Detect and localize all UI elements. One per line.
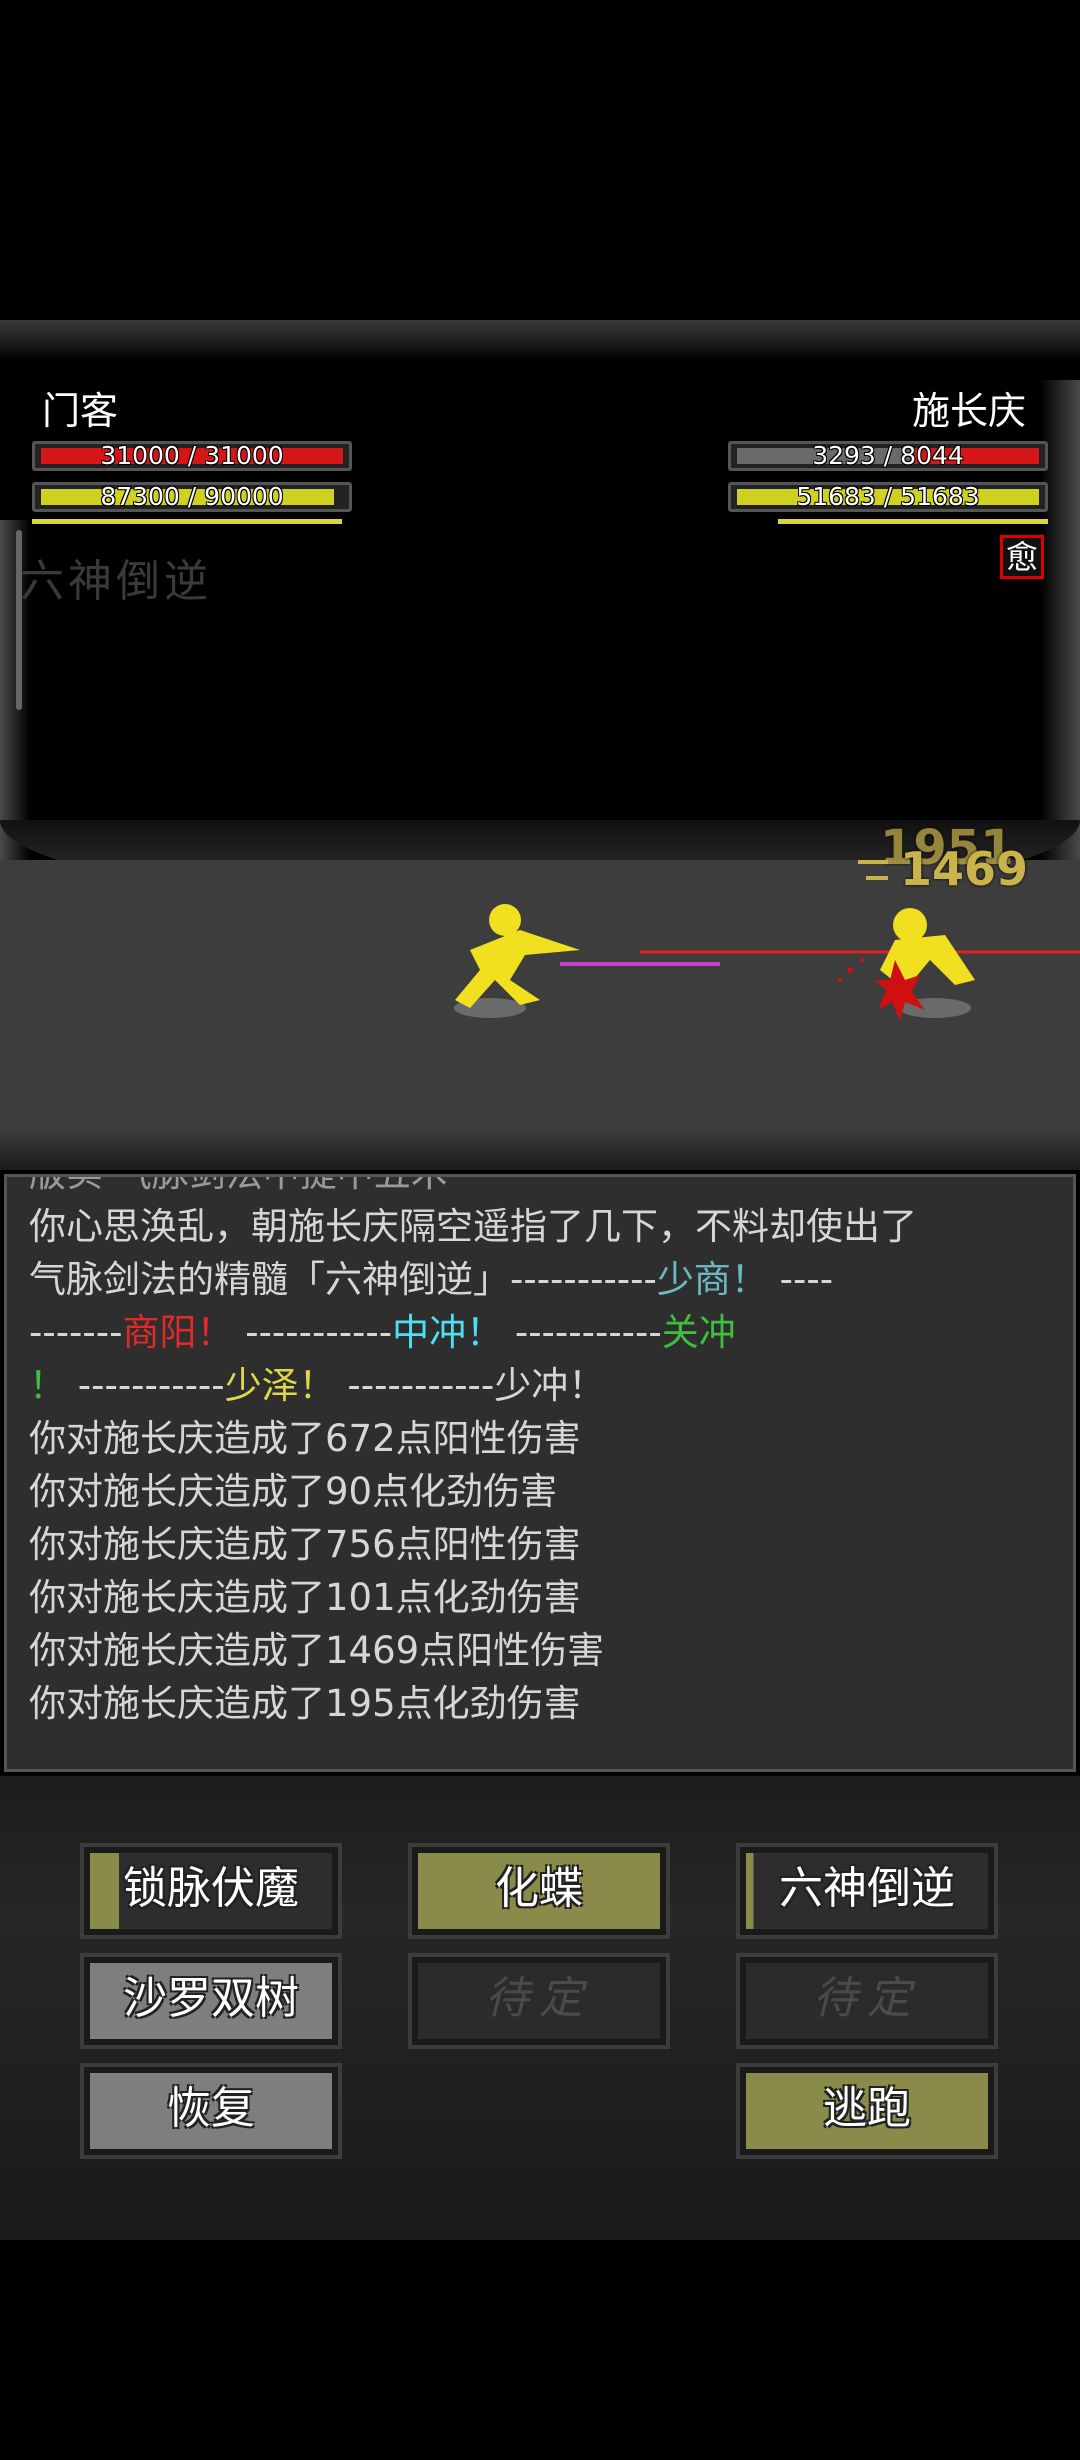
log-text: 气脉剑法的精髓「六神倒逆」-----------	[29, 1258, 657, 1301]
player-hp-bar: 31000 / 31000	[32, 441, 352, 471]
skill-button-label: 待定	[418, 1963, 660, 2039]
log-entry: 你对施长庆造成了1469点阳性伤害	[29, 1629, 605, 1672]
skill-button-suomai-fumo[interactable]: 锁脉伏魔	[80, 1843, 342, 1939]
log-line: -------商阳！ -----------中冲！ -----------关冲	[7, 1306, 1073, 1359]
skill-button-shaluo-shuangshu[interactable]: 沙罗双树	[80, 1953, 342, 2049]
skill-name-faded: 六神倒逆	[20, 556, 212, 607]
damage-streak	[866, 876, 888, 880]
recover-button[interactable]: 恢复	[80, 2063, 342, 2159]
log-dash: -------	[29, 1311, 123, 1354]
log-entry: 你对施长庆造成了90点化劲伤害	[29, 1470, 558, 1513]
skill-button-label: 沙罗双树	[90, 1963, 332, 2039]
battle-log[interactable]: 版实 气脉剑法中提中五术 你心思涣乱，朝施长庆隔空遥指了几下，不料却使出了 气脉…	[4, 1174, 1076, 1772]
meridian-shaochong: 少冲！	[494, 1364, 606, 1407]
log-dash: -----------	[233, 1311, 393, 1354]
log-dash: -----------	[66, 1364, 225, 1407]
player-energy-line	[32, 519, 342, 524]
enemy-name: 施长庆	[912, 389, 1027, 433]
skill-button-label: 待定	[746, 1963, 988, 2039]
player-mp-bar: 87300 / 90000	[32, 482, 352, 512]
damage-streak	[858, 860, 888, 864]
log-line: 你心思涣乱，朝施长庆隔空遥指了几下，不料却使出了	[29, 1205, 917, 1248]
enemy-status-badge[interactable]: 愈	[1000, 535, 1044, 579]
enemy-energy-line	[778, 519, 1048, 524]
flee-button[interactable]: 逃跑	[736, 2063, 998, 2159]
skill-slot-empty[interactable]: 待定	[736, 1953, 998, 2049]
log-line-cut: 版实 气脉剑法中提中五术	[7, 1177, 1073, 1200]
skill-button-label: 六神倒逆	[746, 1853, 988, 1929]
flee-button-label: 逃跑	[746, 2073, 988, 2149]
log-dash: ----	[767, 1258, 834, 1301]
player-figure	[455, 904, 580, 1008]
recover-button-label: 恢复	[90, 2073, 332, 2149]
log-line: 气脉剑法的精髓「六神倒逆」-----------少商！ ----	[7, 1253, 1073, 1306]
enemy-mp-text: 51683 / 51683	[796, 482, 980, 511]
enemy-hp-bar: 3293 / 8044	[728, 441, 1048, 471]
skill-button-label: 锁脉伏魔	[90, 1853, 332, 1929]
meridian-guanchong: 关冲	[661, 1311, 736, 1354]
player-name: 门客	[42, 389, 119, 433]
meridian-shaoze: 少泽！	[224, 1364, 336, 1407]
skill-button-label: 化蝶	[418, 1853, 660, 1929]
skill-slot-empty[interactable]: 待定	[408, 1953, 670, 2049]
enemy-mp-bar: 51683 / 51683	[728, 482, 1048, 512]
meridian-shangyang: 商阳！	[122, 1311, 234, 1354]
log-entry: 你对施长庆造成了672点阳性伤害	[29, 1417, 581, 1460]
damage-number: 1469	[900, 842, 1029, 896]
log-dash: -----------	[503, 1311, 662, 1354]
log-line: ！ -----------少泽！ -----------少冲！	[7, 1359, 1073, 1412]
enemy-hp-text: 3293 / 8044	[812, 441, 964, 470]
meridian-shaoshang: 少商！	[656, 1258, 768, 1301]
player-mp-text: 87300 / 90000	[100, 482, 284, 511]
meridian-guanchong-end: ！	[29, 1364, 66, 1407]
meridian-zhongchong: 中冲！	[392, 1311, 504, 1354]
player-hp-text: 31000 / 31000	[100, 441, 284, 470]
skill-button-liushen-daoni[interactable]: 六神倒逆	[736, 1843, 998, 1939]
log-entry: 你对施长庆造成了756点阳性伤害	[29, 1523, 581, 1566]
skill-button-huadie[interactable]: 化蝶	[408, 1843, 670, 1939]
log-entry: 你对施长庆造成了195点化劲伤害	[29, 1682, 581, 1725]
log-entry: 你对施长庆造成了101点化劲伤害	[29, 1576, 581, 1619]
log-dash: -----------	[335, 1364, 495, 1407]
